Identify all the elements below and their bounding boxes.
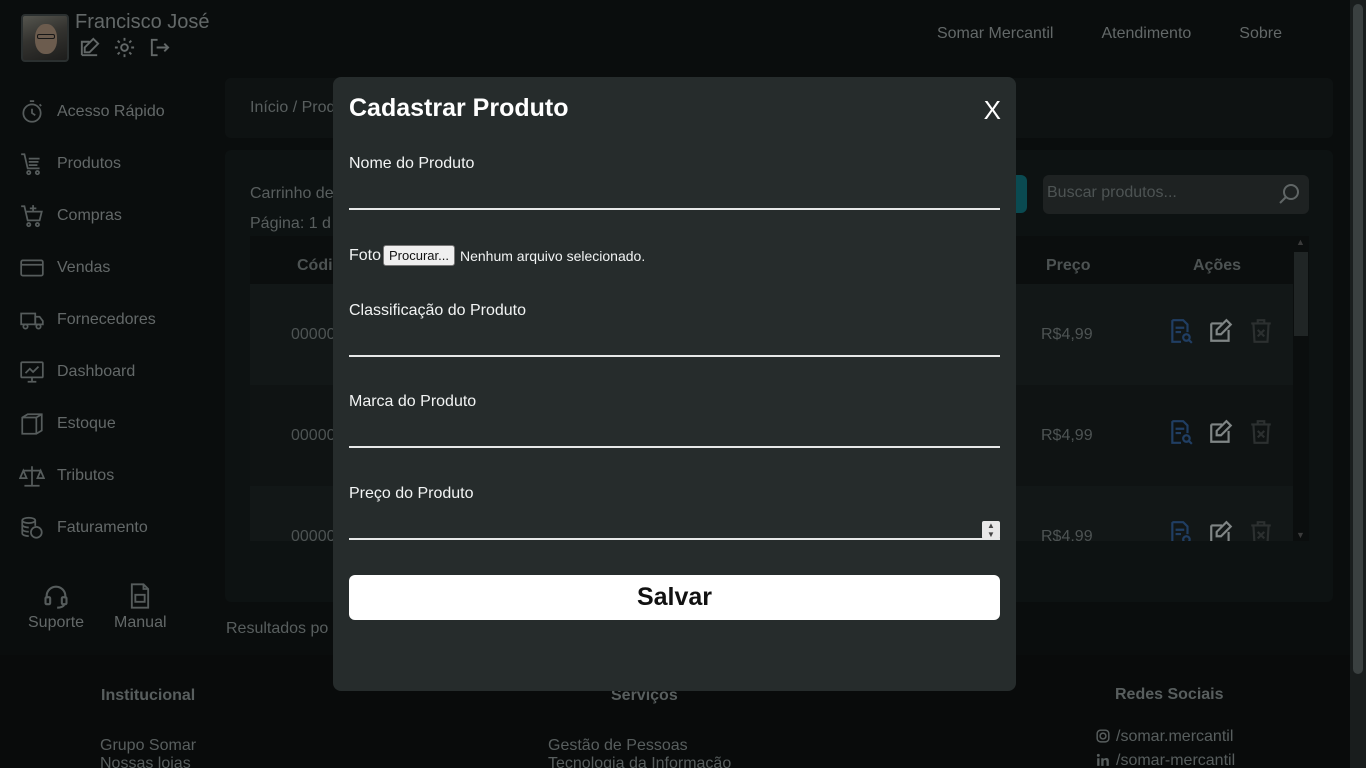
- modal-title: Cadastrar Produto: [349, 94, 569, 122]
- register-product-modal: Cadastrar Produto X Nome do Produto Foto…: [333, 77, 1016, 691]
- save-button[interactable]: Salvar: [349, 575, 1000, 620]
- product-price-input[interactable]: [349, 510, 1000, 540]
- product-class-label: Classificação do Produto: [349, 302, 526, 319]
- photo-label: Foto: [349, 246, 382, 264]
- page-scrollbar-thumb[interactable]: [1353, 4, 1363, 674]
- number-spinner[interactable]: ▲ ▼: [982, 521, 1000, 539]
- close-button[interactable]: X: [984, 95, 1001, 126]
- browse-file-button[interactable]: Procurar...: [383, 245, 455, 266]
- product-brand-input[interactable]: [349, 418, 1000, 448]
- product-class-input[interactable]: [349, 327, 1000, 357]
- product-name-label: Nome do Produto: [349, 155, 475, 172]
- page-scrollbar[interactable]: [1350, 0, 1366, 768]
- product-price-label: Preço do Produto: [349, 485, 474, 502]
- photo-row: Foto Procurar... Nenhum arquivo selecion…: [349, 245, 645, 266]
- product-name-input[interactable]: [349, 180, 1000, 210]
- product-brand-label: Marca do Produto: [349, 393, 477, 410]
- no-file-text: Nenhum arquivo selecionado.: [459, 247, 646, 264]
